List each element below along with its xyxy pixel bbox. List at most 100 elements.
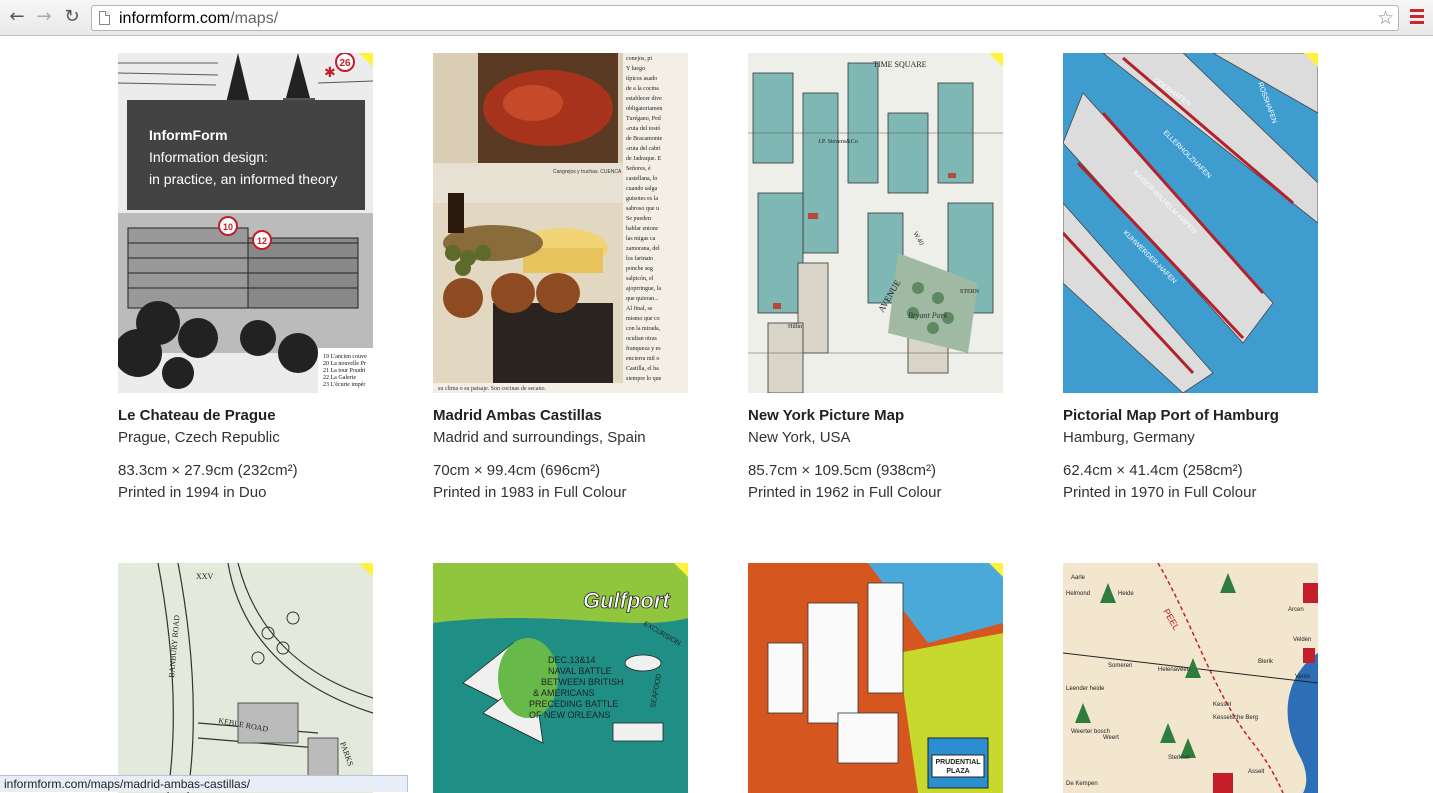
madrid-column-line: zamorana, del <box>626 246 660 252</box>
madrid-column-line: Se pueden <box>626 216 651 222</box>
prague-badge: 26 <box>339 58 351 69</box>
map-card-boston[interactable]: PRUDENTIAL PLAZA <box>748 563 1003 793</box>
svg-text:✱: ✱ <box>324 65 336 81</box>
prague-legend-2: 20 La nouvelle Pr <box>323 361 366 367</box>
madrid-column-line: típicos asado <box>626 76 657 82</box>
madrid-column-line: Castilla, el ha <box>626 366 659 372</box>
map-title[interactable]: New York Picture Map <box>748 405 1003 427</box>
prague-marker-a: 10 <box>223 222 233 232</box>
madrid-column-line: de Jadraque. E <box>626 156 661 162</box>
corner-tag <box>989 53 1003 67</box>
oxford-road-4: XXV <box>196 572 214 581</box>
map-thumbnail[interactable]: TIME SQUARE J.P. Stevens&Co AVENUE Bryan… <box>748 53 1003 393</box>
map-card-limburg[interactable]: Aarle Heide Helmond Someren Helenaveen K… <box>1063 563 1318 793</box>
status-bar: informform.com/maps/madrid-ambas-castill… <box>0 775 408 792</box>
madrid-column-line: castellana, lo <box>626 176 657 182</box>
map-dimensions: 62.4cm × 41.4cm (258cm²) <box>1063 462 1243 479</box>
page-icon <box>99 11 110 25</box>
map-title[interactable]: Le Chateau de Prague <box>118 405 373 427</box>
map-card-madrid[interactable]: Cangrejos y truchas. CUENCA su clima o s… <box>433 53 688 504</box>
prague-marker-b: 12 <box>257 236 267 246</box>
madrid-column-line: franqueza y es <box>626 345 661 352</box>
boston-sign-2: PLAZA <box>946 768 969 775</box>
map-printed: Printed in 1994 in Duo <box>118 484 267 501</box>
madrid-column-line: Señores, é <box>626 166 651 172</box>
corner-tag <box>1304 53 1318 67</box>
brand-name: InformForm <box>149 127 228 143</box>
map-title[interactable]: Madrid Ambas Castillas <box>433 405 688 427</box>
limburg-place-15: Asselt <box>1248 769 1265 775</box>
map-thumbnail[interactable]: Aarle Heide Helmond Someren Helenaveen K… <box>1063 563 1318 793</box>
map-thumbnail[interactable]: 26 ✱ 10 12 19 L'ancien couve 20 La nouve… <box>118 53 373 393</box>
url-text[interactable]: informform.com/maps/ <box>119 9 278 29</box>
prague-legend-3: 21 La tour Poudri <box>323 368 366 374</box>
map-thumbnail[interactable]: Cangrejos y truchas. CUENCA su clima o s… <box>433 53 688 393</box>
madrid-column-line: Turégano, Ped <box>626 116 661 122</box>
madrid-caption: Cangrejos y truchas. CUENCA <box>553 169 622 175</box>
back-arrow-icon[interactable]: ← <box>6 6 28 28</box>
madrid-column-line: ponche seg <box>626 266 653 272</box>
gulfport-word: Gulfport <box>583 588 671 613</box>
map-thumbnail[interactable]: Gulfport EXCURSION DEC.13&14 NAVAL BATTL… <box>433 563 688 793</box>
map-thumbnail[interactable]: BANBURY ROAD KEBLE ROAD PARKS XXV <box>118 563 373 793</box>
map-location: Hamburg, Germany <box>1063 429 1195 446</box>
madrid-column-line: las migas ca <box>626 236 656 242</box>
map-thumbnail[interactable]: ODERHAFEN ELLERHOLZHAFEN KAISER-WILHELM-… <box>1063 53 1318 393</box>
map-card-prague[interactable]: 26 ✱ 10 12 19 L'ancien couve 20 La nouve… <box>118 53 373 504</box>
madrid-column-line: ocultan otras <box>626 336 657 342</box>
limburg-place-14: Velden <box>1293 637 1311 643</box>
limburg-place-3: Helmond <box>1066 591 1090 597</box>
limburg-place-11: Sterksel <box>1168 755 1190 761</box>
map-dimensions: 85.7cm × 109.5cm (938cm²) <box>748 462 936 479</box>
ny-label-top: TIME SQUARE <box>873 60 927 69</box>
limburg-place-17: Kesselsche Berg <box>1213 715 1258 721</box>
address-bar[interactable]: informform.com/maps/ ☆ <box>91 5 1399 31</box>
forward-arrow-icon[interactable]: → <box>33 6 55 28</box>
gulfport-line-6: OF NEW ORLEANS <box>529 710 611 720</box>
madrid-column-line: los farinato <box>626 255 653 262</box>
gulfport-line-2: NAVAL BATTLE <box>548 666 612 676</box>
map-thumbnail[interactable]: PRUDENTIAL PLAZA <box>748 563 1003 793</box>
limburg-place-6: Kessel <box>1213 702 1231 708</box>
ny-label-sign: J.P. Stevens&Co <box>818 139 858 145</box>
madrid-column-line: que quieran... <box>626 296 659 302</box>
ny-label-stern: STERN <box>960 289 980 295</box>
limburg-place-8: Venlo <box>1295 674 1311 680</box>
limburg-place-13: Arcen <box>1288 607 1304 613</box>
madrid-column-line: establecer dive <box>626 96 662 102</box>
prague-legend-5: 23 L'écurie impér <box>323 382 365 388</box>
madrid-column-line: «ruta del cabri <box>626 146 661 152</box>
map-card-new-york[interactable]: TIME SQUARE J.P. Stevens&Co AVENUE Bryan… <box>748 53 1003 504</box>
madrid-column-line: guisotes es la <box>626 196 658 202</box>
corner-tag <box>359 563 373 577</box>
madrid-column-line: siempre lo que <box>626 376 662 382</box>
map-location: Prague, Czech Republic <box>118 429 280 446</box>
gulfport-line-1: DEC.13&14 <box>548 655 596 665</box>
bookmark-star-icon[interactable]: ☆ <box>1377 7 1394 29</box>
reload-icon[interactable]: ↻ <box>61 6 83 28</box>
map-location: Madrid and surroundings, Spain <box>433 429 646 446</box>
gulfport-line-5: PRECEDING BATTLE <box>529 699 618 709</box>
madrid-column-line: «ruta del tostó <box>626 126 660 132</box>
gulfport-line-4: & AMERICANS <box>533 688 595 698</box>
map-card-gulfport[interactable]: Gulfport EXCURSION DEC.13&14 NAVAL BATTL… <box>433 563 688 793</box>
boston-sign-1: PRUDENTIAL <box>935 759 981 766</box>
limburg-place-7: Blerik <box>1258 659 1274 665</box>
map-title[interactable]: Pictorial Map Port of Hamburg <box>1063 405 1318 427</box>
madrid-column-line: Y luego <box>626 66 645 72</box>
map-printed: Printed in 1983 in Full Colour <box>433 484 627 501</box>
limburg-place-18: Weerter bosch <box>1071 729 1110 735</box>
madrid-column-line: obligatoriamen <box>626 106 662 112</box>
map-card-hamburg[interactable]: ODERHAFEN ELLERHOLZHAFEN KAISER-WILHELM-… <box>1063 53 1318 504</box>
madrid-column-line: encierra mil o <box>626 356 659 362</box>
madrid-footer: su clima o su paisaje. Son cocinas de se… <box>438 386 546 392</box>
corner-tag <box>989 563 1003 577</box>
madrid-column-line: cuando salga <box>626 186 657 192</box>
browser-menu-icon[interactable] <box>1410 9 1424 25</box>
tagline-line-2: in practice, an informed theory <box>149 171 338 187</box>
map-printed: Printed in 1962 in Full Colour <box>748 484 942 501</box>
limburg-place-5: Helenaveen <box>1158 667 1190 673</box>
map-card-oxford[interactable]: BANBURY ROAD KEBLE ROAD PARKS XXV <box>118 563 373 793</box>
limburg-place-1: Aarle <box>1071 575 1086 581</box>
limburg-place-10: Weert <box>1103 735 1119 741</box>
